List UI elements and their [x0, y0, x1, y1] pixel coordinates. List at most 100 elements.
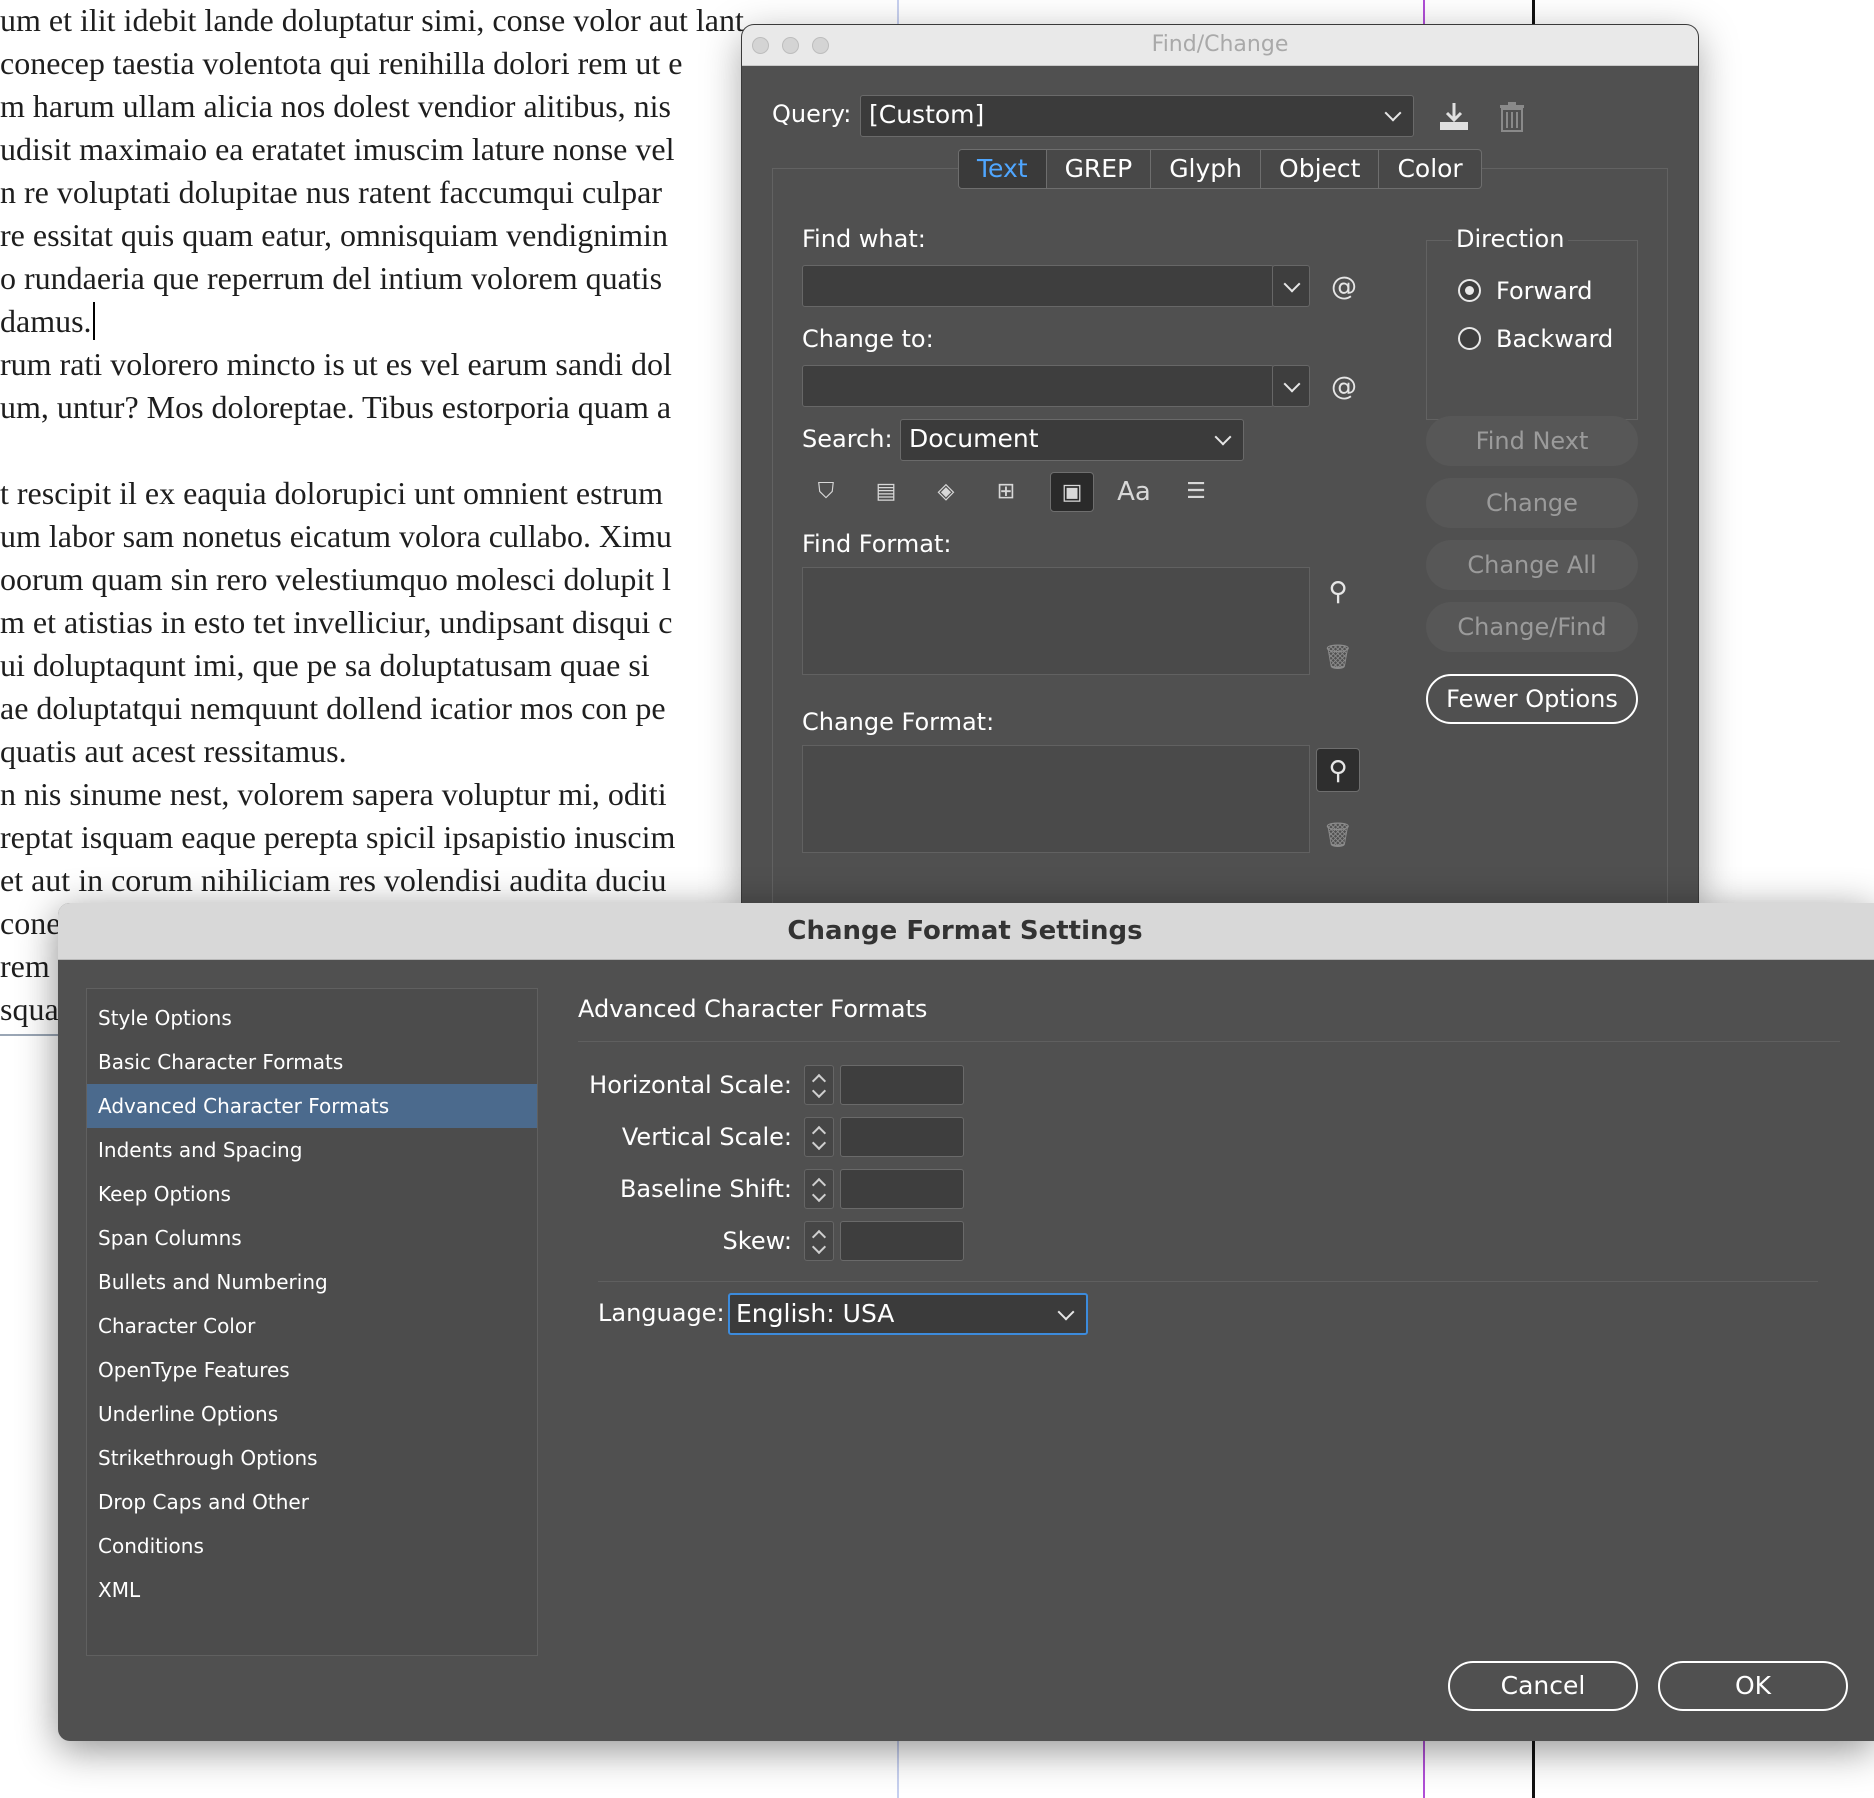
chevron-down-icon — [1283, 275, 1301, 293]
document-text-line: um labor sam nonetus eicatum volora cull… — [0, 518, 672, 554]
vertical-scale-stepper[interactable] — [804, 1117, 834, 1157]
ok-button[interactable]: OK — [1658, 1661, 1848, 1711]
chevron-down-icon — [1283, 375, 1301, 393]
window-title: Find/Change — [1151, 32, 1289, 57]
direction-legend: Direction — [1452, 225, 1569, 253]
document-text-line: conecep taestia volentota qui renihilla … — [0, 45, 683, 81]
clear-find-format-icon[interactable]: 🗑 — [1316, 635, 1360, 679]
change-format-settings-dialog: Change Format Settings Style Options Bas… — [58, 903, 1874, 1741]
category-conditions[interactable]: Conditions — [87, 1524, 537, 1568]
category-drop-caps-and-other[interactable]: Drop Caps and Other — [87, 1480, 537, 1524]
category-advanced-character-formats[interactable]: Advanced Character Formats — [87, 1084, 537, 1128]
query-label: Query: — [772, 100, 852, 128]
find-format-label: Find Format: — [802, 530, 952, 558]
language-divider — [598, 1281, 1818, 1282]
find-what-history-dropdown[interactable] — [1272, 265, 1310, 307]
category-list: Style Options Basic Character Formats Ad… — [86, 988, 538, 1656]
change-button[interactable]: Change — [1426, 478, 1638, 528]
category-span-columns[interactable]: Span Columns — [87, 1216, 537, 1260]
tab-object[interactable]: Object — [1261, 150, 1380, 188]
vertical-scale-label: Vertical Scale: — [621, 1123, 792, 1151]
skew-label: Skew: — [722, 1227, 792, 1255]
chevron-down-icon — [1057, 1303, 1075, 1321]
vertical-scale-input[interactable] — [840, 1117, 964, 1157]
backward-label[interactable]: Backward — [1496, 325, 1613, 353]
change-format-box[interactable] — [802, 745, 1310, 853]
document-text-line: reptat isquam eaque perepta spicil ipsap… — [0, 819, 676, 855]
whole-word-icon[interactable]: ☰ — [1174, 472, 1218, 512]
include-footnotes-icon[interactable]: ▣ — [1050, 472, 1094, 512]
special-characters-change-icon[interactable]: @ — [1322, 365, 1366, 409]
tab-glyph[interactable]: Glyph — [1151, 150, 1262, 188]
search-type-tabs: Text GREP Glyph Object Color — [958, 149, 1482, 189]
horizontal-scale-input[interactable] — [840, 1065, 964, 1105]
document-text-line: damus. — [0, 303, 92, 339]
backward-radio[interactable] — [1458, 327, 1481, 350]
horizontal-scale-label: Horizontal Scale: — [589, 1071, 792, 1099]
category-underline-options[interactable]: Underline Options — [87, 1392, 537, 1436]
language-label: Language: — [598, 1299, 725, 1327]
baseline-shift-input[interactable] — [840, 1169, 964, 1209]
language-dropdown[interactable]: English: USA — [728, 1293, 1088, 1335]
category-basic-character-formats[interactable]: Basic Character Formats — [87, 1040, 537, 1084]
category-keep-options[interactable]: Keep Options — [87, 1172, 537, 1216]
clear-change-format-icon[interactable]: 🗑 — [1316, 813, 1360, 857]
include-locked-stories-icon[interactable]: ▤ — [864, 472, 908, 512]
category-indents-and-spacing[interactable]: Indents and Spacing — [87, 1128, 537, 1172]
change-all-button[interactable]: Change All — [1426, 540, 1638, 590]
skew-stepper[interactable] — [804, 1221, 834, 1261]
change-find-button[interactable]: Change/Find — [1426, 602, 1638, 652]
horizontal-scale-stepper[interactable] — [804, 1065, 834, 1105]
text-cursor — [93, 302, 95, 340]
special-characters-find-icon[interactable]: @ — [1322, 265, 1366, 309]
change-to-input[interactable] — [802, 365, 1274, 407]
include-locked-layers-icon[interactable]: ⛉ — [804, 472, 848, 512]
fewer-options-button[interactable]: Fewer Options — [1426, 674, 1638, 724]
document-text-line — [0, 429, 742, 472]
tab-text[interactable]: Text — [959, 150, 1047, 188]
find-change-titlebar[interactable]: Find/Change — [742, 25, 1698, 66]
category-bullets-and-numbering[interactable]: Bullets and Numbering — [87, 1260, 537, 1304]
forward-label[interactable]: Forward — [1496, 277, 1593, 305]
query-dropdown[interactable]: [Custom] — [860, 95, 1414, 137]
category-style-options[interactable]: Style Options — [87, 996, 537, 1040]
baseline-shift-label: Baseline Shift: — [619, 1175, 792, 1203]
document-text-line: et aut in corum nihiliciam res volendisi… — [0, 862, 667, 898]
skew-input[interactable] — [840, 1221, 964, 1261]
specify-change-format-icon[interactable]: ⚲ — [1316, 748, 1360, 792]
document-text-line: oorum quam sin rero velestiumquo molesci… — [0, 561, 672, 597]
dialog-titlebar[interactable]: Change Format Settings — [58, 903, 1874, 960]
search-label: Search: — [802, 425, 893, 453]
save-query-icon[interactable] — [1434, 97, 1474, 137]
include-master-pages-icon[interactable]: ⊞ — [984, 472, 1028, 512]
cancel-button[interactable]: Cancel — [1448, 1661, 1638, 1711]
document-text-line: rum rati volorero mincto is ut es vel ea… — [0, 346, 672, 382]
language-value: English: USA — [736, 1299, 895, 1328]
find-change-window: Find/Change Query: [Custom] Text GREP Gl… — [742, 25, 1698, 905]
section-divider — [578, 1041, 1840, 1042]
change-format-label: Change Format: — [802, 708, 995, 736]
category-xml[interactable]: XML — [87, 1568, 537, 1612]
category-character-color[interactable]: Character Color — [87, 1304, 537, 1348]
change-to-history-dropdown[interactable] — [1272, 365, 1310, 407]
tab-grep[interactable]: GREP — [1047, 150, 1152, 188]
include-hidden-layers-icon[interactable]: ◈ — [924, 472, 968, 512]
baseline-shift-stepper[interactable] — [804, 1169, 834, 1209]
forward-radio[interactable] — [1458, 279, 1481, 302]
document-text-line: ui doluptaqunt imi, que pe sa doluptatus… — [0, 647, 650, 683]
find-what-input[interactable] — [802, 265, 1274, 307]
document-text-line: udisit maximaio ea eratatet imuscim latu… — [0, 131, 675, 167]
delete-query-icon[interactable] — [1492, 97, 1532, 137]
tab-color[interactable]: Color — [1379, 150, 1480, 188]
category-opentype-features[interactable]: OpenType Features — [87, 1348, 537, 1392]
document-text-line: o rundaeria que reperrum del intium volo… — [0, 260, 663, 296]
specify-find-format-icon[interactable]: ⚲ — [1316, 570, 1360, 614]
find-format-box[interactable] — [802, 567, 1310, 675]
find-next-button[interactable]: Find Next — [1426, 416, 1638, 466]
document-text-line: um et ilit idebit lande doluptatur simi,… — [0, 2, 744, 38]
document-text-line: quatis aut acest ressitamus. — [0, 733, 347, 769]
document-text-line: m harum ullam alicia nos dolest vendior … — [0, 88, 671, 124]
search-scope-dropdown[interactable]: Document — [900, 419, 1244, 461]
category-strikethrough-options[interactable]: Strikethrough Options — [87, 1436, 537, 1480]
case-sensitive-icon[interactable]: Aa — [1112, 472, 1156, 512]
